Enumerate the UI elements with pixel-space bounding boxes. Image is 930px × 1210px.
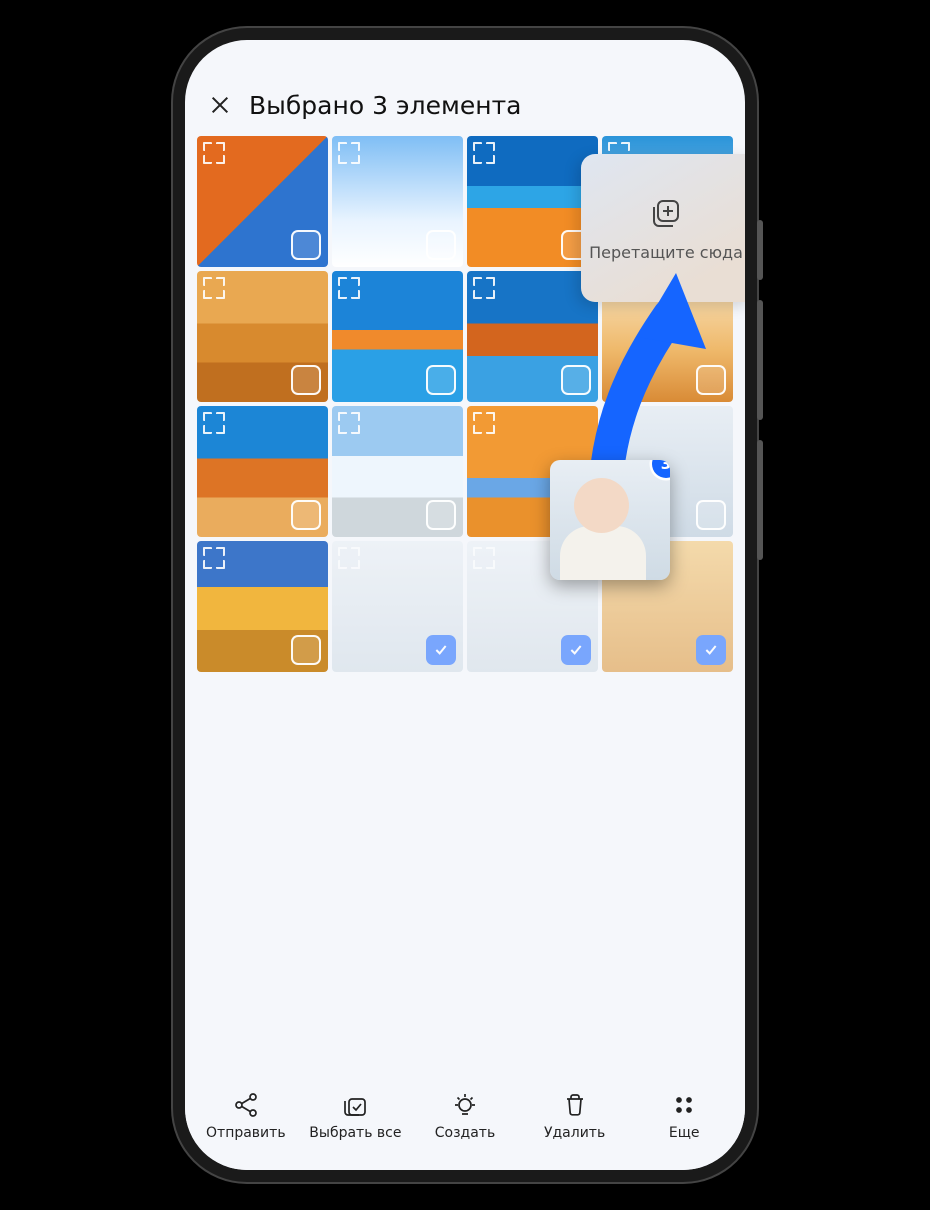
phone-side-button xyxy=(757,300,763,420)
select-all-icon xyxy=(341,1091,369,1119)
photo-thumbnail[interactable] xyxy=(332,541,463,672)
select-checkbox[interactable] xyxy=(426,500,456,530)
fullscreen-icon xyxy=(203,142,225,164)
drop-target-panel[interactable]: Перетащите сюда xyxy=(581,154,745,302)
photo-thumbnail[interactable] xyxy=(197,271,328,402)
fullscreen-icon xyxy=(338,547,360,569)
photo-thumbnail[interactable] xyxy=(467,136,598,267)
fullscreen-icon xyxy=(608,412,630,434)
fullscreen-icon xyxy=(473,277,495,299)
create-button[interactable]: Создать xyxy=(417,1091,513,1141)
phone-frame: Выбрано 3 элемента xyxy=(185,40,745,1170)
close-icon xyxy=(209,94,231,116)
select-checkbox[interactable] xyxy=(561,365,591,395)
delete-button[interactable]: Удалить xyxy=(527,1091,623,1141)
photo-thumbnail[interactable] xyxy=(332,406,463,537)
selection-header: Выбрано 3 элемента xyxy=(185,40,745,136)
stage: Выбрано 3 элемента xyxy=(0,0,930,1210)
action-label: Создать xyxy=(435,1125,495,1141)
check-icon xyxy=(703,642,719,658)
photo-thumbnail[interactable] xyxy=(332,136,463,267)
action-label: Выбрать все xyxy=(309,1125,401,1141)
add-stack-icon xyxy=(648,195,684,231)
select-checkbox[interactable] xyxy=(696,365,726,395)
select-checkbox[interactable] xyxy=(426,230,456,260)
trash-icon xyxy=(561,1091,589,1119)
phone-side-button xyxy=(757,440,763,560)
select-all-button[interactable]: Выбрать все xyxy=(307,1091,403,1141)
close-button[interactable] xyxy=(207,92,233,118)
fullscreen-icon xyxy=(203,412,225,434)
photo-thumbnail[interactable] xyxy=(467,271,598,402)
more-icon xyxy=(670,1091,698,1119)
select-checkbox[interactable] xyxy=(561,635,591,665)
fullscreen-icon xyxy=(203,547,225,569)
select-checkbox[interactable] xyxy=(696,500,726,530)
action-label: Отправить xyxy=(206,1125,286,1141)
photo-thumbnail[interactable] xyxy=(332,271,463,402)
more-button[interactable]: Еще xyxy=(636,1091,732,1141)
photo-thumbnail[interactable] xyxy=(197,541,328,672)
photo-thumbnail[interactable] xyxy=(197,136,328,267)
fullscreen-icon xyxy=(473,412,495,434)
lightbulb-icon xyxy=(451,1091,479,1119)
selection-title: Выбрано 3 элемента xyxy=(249,93,522,118)
select-checkbox[interactable] xyxy=(426,365,456,395)
phone-side-button xyxy=(757,220,763,280)
select-checkbox[interactable] xyxy=(291,635,321,665)
select-checkbox[interactable] xyxy=(696,635,726,665)
fullscreen-icon xyxy=(473,547,495,569)
fullscreen-icon xyxy=(473,142,495,164)
fullscreen-icon xyxy=(338,142,360,164)
action-label: Удалить xyxy=(544,1125,605,1141)
bottom-action-bar: Отправить Выбрать все Создать Удалить xyxy=(185,1066,745,1170)
check-icon xyxy=(568,642,584,658)
photo-thumbnail[interactable] xyxy=(197,406,328,537)
drop-target-label: Перетащите сюда xyxy=(589,243,743,262)
fullscreen-icon xyxy=(338,277,360,299)
select-checkbox[interactable] xyxy=(426,635,456,665)
select-checkbox[interactable] xyxy=(291,230,321,260)
drag-count-badge: 3 xyxy=(652,460,670,478)
drag-preview-thumbnail[interactable]: 3 xyxy=(550,460,670,580)
fullscreen-icon xyxy=(203,277,225,299)
check-icon xyxy=(433,642,449,658)
select-checkbox[interactable] xyxy=(291,365,321,395)
select-checkbox[interactable] xyxy=(291,500,321,530)
send-button[interactable]: Отправить xyxy=(198,1091,294,1141)
action-label: Еще xyxy=(669,1125,700,1141)
share-icon xyxy=(232,1091,260,1119)
fullscreen-icon xyxy=(338,412,360,434)
